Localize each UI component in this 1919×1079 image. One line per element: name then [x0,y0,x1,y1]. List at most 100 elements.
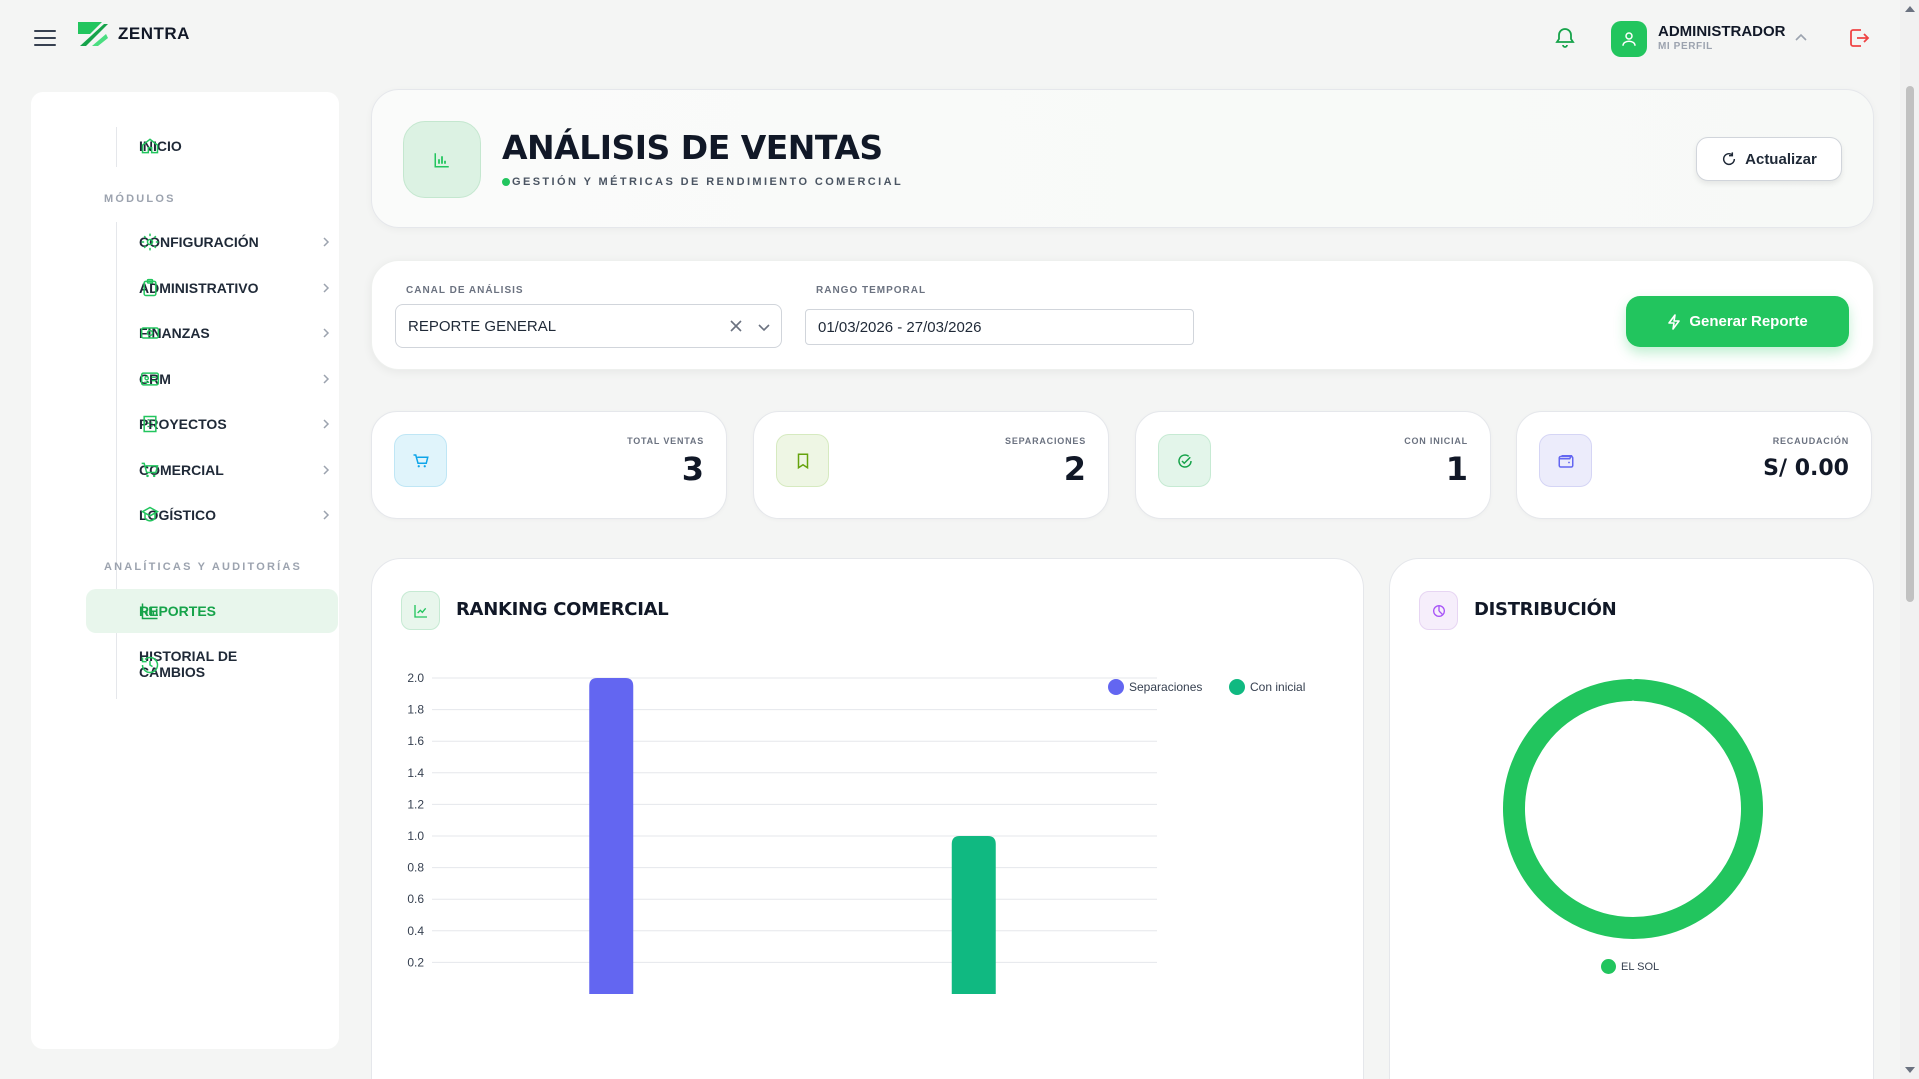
page-scrollbar[interactable] [1900,0,1919,1079]
sidebar-item-historial[interactable]: HISTORIAL DE CAMBIOS [86,643,338,685]
y-tick-label: 1.2 [407,797,424,811]
sidebar-item-logistico[interactable]: LOGÍSTICO [86,493,338,537]
page-title: ANÁLISIS DE VENTAS [502,128,883,167]
stat-value: 2 [1063,450,1086,488]
sidebar-item-reportes[interactable]: REPORTES [86,589,338,633]
sidebar-item-configuracion[interactable]: CONFIGURACIÓN [86,220,338,264]
notification-bell-icon[interactable] [1553,26,1577,50]
y-tick-label: 0.8 [407,861,424,875]
ranking-chart-card: RANKING COMERCIAL Separaciones Con inici… [371,558,1364,1079]
stat-card-con-inicial: CON INICIAL 1 [1135,411,1491,519]
channel-select[interactable]: REPORTE GENERAL [395,304,782,348]
stat-card-recaudacion: RECAUDACIÓN S/ 0.00 [1516,411,1872,519]
stat-value: 3 [681,450,704,488]
stat-label: CON INICIAL [1404,436,1468,446]
lightning-icon [1668,313,1681,330]
sidebar-item-comercial[interactable]: COMERCIAL [86,448,338,492]
generate-report-button[interactable]: Generar Reporte [1626,296,1849,347]
chevron-right-icon [323,283,330,293]
refresh-button[interactable]: Actualizar [1696,137,1842,181]
sidebar-item-crm[interactable]: CRM [86,357,338,401]
legend-item-el-sol[interactable]: EL SOL [1601,959,1659,974]
sidebar-item-finanzas[interactable]: FINANZAS [86,311,338,355]
ranking-bar-chart: 2.0 1.8 1.6 1.4 1.2 1.0 0.8 0.6 0.4 0.2 [407,671,1157,994]
money-icon [140,327,160,339]
check-circle-icon [1177,453,1192,468]
bar-separaciones[interactable] [589,678,634,994]
sidebar-item-proyectos[interactable]: PROYECTOS [86,402,338,446]
history-icon [141,656,159,674]
legend-swatch [1601,959,1616,974]
zentra-logo-icon [78,22,108,46]
gear-icon [141,233,159,251]
top-bar: ZENTRA ADMINISTRADOR MI PERFIL [0,0,1900,76]
channel-select-value: REPORTE GENERAL [408,317,557,335]
y-tick-label: 0.2 [407,955,424,969]
chevron-right-icon [323,419,330,429]
chevron-right-icon [323,328,330,338]
avatar[interactable] [1611,21,1647,57]
home-icon [141,138,159,154]
scroll-thumb[interactable] [1906,86,1914,602]
stat-value: 1 [1445,450,1468,488]
y-tick-label: 0.4 [407,924,424,938]
chevron-right-icon [323,465,330,475]
donut-slice[interactable] [1503,679,1763,939]
stat-icon-box [1539,434,1592,487]
cart-icon [141,462,159,478]
generate-report-label: Generar Reporte [1689,313,1808,330]
section-label-analytics: ANALÍTICAS Y AUDITORÍAS [104,561,303,573]
y-tick-label: 1.8 [407,703,424,717]
range-label: RANGO TEMPORAL [816,285,927,296]
status-dot [502,178,510,186]
chevron-down-icon[interactable] [756,319,772,335]
sidebar-item-administrativo[interactable]: ADMINISTRATIVO [86,266,338,310]
refresh-icon [1723,152,1736,166]
date-range-input[interactable] [805,309,1194,345]
bookmark-icon [797,453,808,469]
user-profile-link[interactable]: MI PERFIL [1658,41,1713,52]
chevron-right-icon [323,510,330,520]
stat-icon-box [1158,434,1211,487]
page-subtitle: GESTIÓN Y MÉTRICAS DE RENDIMIENTO COMERC… [512,176,904,188]
cart-icon [413,453,429,467]
building-icon [143,415,157,433]
chevron-right-icon [323,237,330,247]
user-icon [1622,32,1636,46]
scroll-up-arrow[interactable] [1905,6,1915,12]
id-card-icon [140,372,160,386]
sidebar-item-inicio[interactable]: INICIO [86,124,338,168]
stat-label: RECAUDACIÓN [1772,436,1849,446]
bar-chart-icon [434,152,449,167]
legend-label: EL SOL [1621,960,1660,973]
refresh-button-label: Actualizar [1745,150,1817,168]
y-tick-label: 2.0 [407,671,424,685]
brand-name: ZENTRA [118,24,190,43]
filter-panel: CANAL DE ANÁLISIS REPORTE GENERAL RANGO … [371,260,1874,370]
stat-label: SEPARACIONES [1005,436,1086,446]
menu-icon[interactable] [34,30,56,46]
user-name[interactable]: ADMINISTRADOR [1658,23,1786,40]
box-icon [140,506,160,522]
channel-label: CANAL DE ANÁLISIS [406,285,524,296]
bar-chart-icon [141,603,158,620]
stat-label: TOTAL VENTAS [627,436,704,446]
page-header: ANÁLISIS DE VENTAS GESTIÓN Y MÉTRICAS DE… [371,89,1874,228]
clear-icon[interactable] [728,318,744,334]
distribution-donut-chart [1503,679,1763,939]
y-tick-label: 0.6 [407,892,424,906]
y-tick-label: 1.0 [407,829,424,843]
chevron-right-icon [323,374,330,384]
clipboard-icon [143,278,157,297]
y-tick-label: 1.4 [407,766,424,780]
logout-icon[interactable] [1847,26,1871,50]
bar-con-inicial[interactable] [951,836,996,994]
header-icon-box [403,121,481,198]
wallet-icon [1558,454,1573,468]
distribution-chart-card: DISTRIBUCIÓN EL SOL [1389,558,1874,1079]
stat-value: S/ 0.00 [1763,456,1849,481]
chevron-up-icon[interactable] [1793,30,1809,46]
brand-logo[interactable]: ZENTRA [76,20,190,48]
scroll-down-arrow[interactable] [1905,1067,1915,1073]
stat-card-separaciones: SEPARACIONES 2 [753,411,1109,519]
